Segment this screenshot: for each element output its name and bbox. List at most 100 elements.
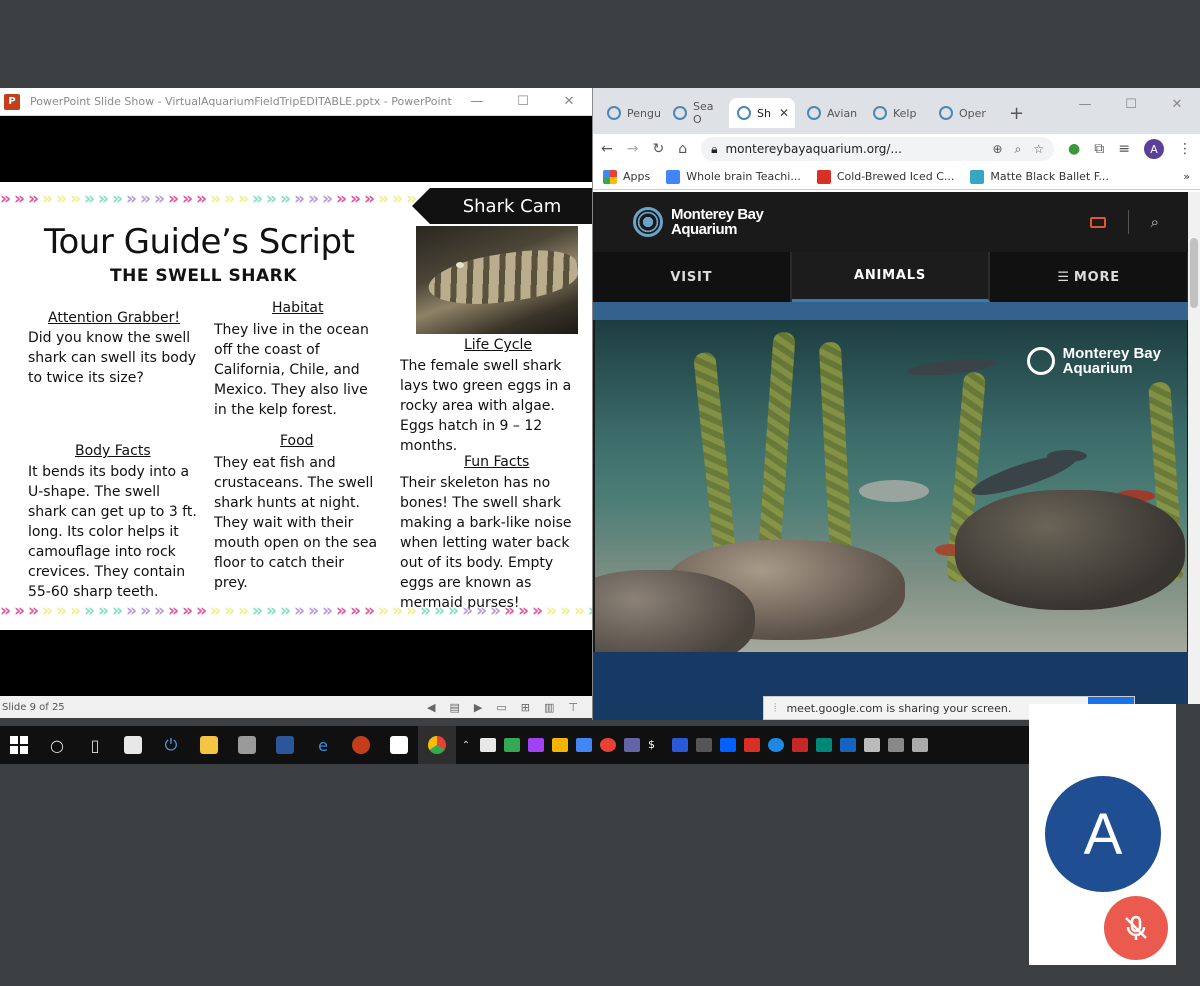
next-slide-icon[interactable]: ▶ xyxy=(474,701,482,714)
chevron-decoration: » xyxy=(126,189,137,209)
chrome-taskbar-icon[interactable] xyxy=(418,726,456,764)
slideshow-icon[interactable]: ⊤ xyxy=(568,701,578,714)
habitat-body: They live in the ocean off the coast of … xyxy=(214,322,369,418)
powerpoint-taskbar-icon[interactable] xyxy=(342,726,380,764)
bookmark-cold-brew[interactable]: Cold-Brewed Iced C... xyxy=(816,169,954,184)
more-bookmarks-icon[interactable]: » xyxy=(1183,170,1190,183)
home-icon[interactable]: ⌂ xyxy=(678,141,687,157)
extension-icon[interactable]: ⧉ xyxy=(1094,141,1104,157)
chevron-decoration: » xyxy=(294,601,305,621)
shark-cam-video[interactable]: Monterey Bay Aquarium xyxy=(595,320,1187,652)
bookmark-ballet[interactable]: Matte Black Ballet F... xyxy=(970,169,1109,184)
chevron-decoration: » xyxy=(210,189,221,209)
tray-b-icon[interactable] xyxy=(696,738,712,752)
forward-icon[interactable]: → xyxy=(627,141,639,157)
mic-off-icon[interactable] xyxy=(1104,896,1168,960)
search-icon[interactable]: ⌕ xyxy=(1151,213,1159,231)
meet-self-view[interactable]: A xyxy=(1029,704,1176,965)
tab-shark-active[interactable]: Sh ✕ xyxy=(729,98,795,128)
install-icon[interactable]: ⊕ xyxy=(992,142,1002,157)
chrome-maximize-button[interactable]: ☐ xyxy=(1108,90,1154,118)
previous-slide-icon[interactable]: ◀ xyxy=(427,701,435,714)
media-control-icon[interactable]: ≡ xyxy=(1118,141,1130,157)
slide-menu-icon[interactable]: ▤ xyxy=(450,701,460,714)
tray-camera-icon[interactable] xyxy=(816,738,832,752)
sorter-view-icon[interactable]: ⊞ xyxy=(521,701,530,714)
onedrive-icon[interactable] xyxy=(768,738,784,752)
tab-sea-otters[interactable]: Sea O xyxy=(665,98,725,128)
zoom-icon[interactable]: ⌕ xyxy=(1015,142,1022,157)
chevron-decoration: » xyxy=(280,601,291,621)
tab-open-sea[interactable]: Oper xyxy=(931,98,993,128)
page-scrollbar[interactable] xyxy=(1188,192,1200,720)
drag-handle-icon[interactable]: ⦙ xyxy=(774,701,776,715)
taskbar-overflow-icon[interactable]: ⌃ xyxy=(456,726,476,764)
tray-abc-icon[interactable] xyxy=(552,738,568,752)
tray-blue-icon[interactable] xyxy=(576,738,592,752)
bookmark-whole-brain[interactable]: Whole brain Teachi... xyxy=(666,169,801,184)
bluetooth-icon[interactable] xyxy=(840,738,856,752)
ppt-titlebar[interactable]: P PowerPoint Slide Show - VirtualAquariu… xyxy=(0,88,592,116)
display-icon[interactable] xyxy=(888,738,904,752)
chevron-decoration: » xyxy=(56,189,67,209)
profile-avatar[interactable]: A xyxy=(1144,139,1164,159)
edge-icon[interactable]: e xyxy=(304,726,342,764)
tab-penguins[interactable]: Pengu xyxy=(599,98,661,128)
power-icon[interactable]: ⏻ xyxy=(152,726,190,764)
store-icon[interactable] xyxy=(114,726,152,764)
tray-teams-icon[interactable] xyxy=(624,738,640,752)
chevron-decoration: » xyxy=(42,601,53,621)
menu-icon[interactable]: ⋮ xyxy=(1178,141,1192,157)
attention-body: Did you know the swell shark can swell i… xyxy=(28,330,196,386)
extension-globe-icon[interactable]: ● xyxy=(1068,141,1080,157)
normal-view-icon[interactable]: ▭ xyxy=(496,701,506,714)
word-icon[interactable] xyxy=(266,726,304,764)
dropbox-icon[interactable] xyxy=(720,738,736,752)
back-icon[interactable]: ← xyxy=(601,141,613,157)
close-button[interactable]: ✕ xyxy=(546,88,592,116)
task-view-icon[interactable]: ▯ xyxy=(76,726,114,764)
tray-purple-icon[interactable] xyxy=(528,738,544,752)
chevron-decoration: » xyxy=(406,601,417,621)
close-tab-icon[interactable]: ✕ xyxy=(779,106,789,120)
sticky-notes-icon[interactable] xyxy=(380,726,418,764)
chevron-decoration: » xyxy=(70,189,81,209)
tab-kelp[interactable]: Kelp xyxy=(865,98,927,128)
maximize-button[interactable]: ☐ xyxy=(500,88,546,116)
star-icon[interactable]: ☆ xyxy=(1033,142,1044,157)
volume-icon[interactable] xyxy=(912,738,928,752)
battery-icon[interactable] xyxy=(864,738,880,752)
start-button[interactable] xyxy=(0,726,38,764)
reload-icon[interactable]: ↻ xyxy=(652,141,664,157)
cortana-icon[interactable]: ○ xyxy=(38,726,76,764)
chrome-close-button[interactable]: ✕ xyxy=(1154,90,1200,118)
bookmark-apps[interactable]: Apps xyxy=(603,169,650,184)
address-bar[interactable]: 🔒︎ montereybayaquarium.org/... ⊕ ⌕ ☆ xyxy=(701,137,1055,161)
ppt-window-title: PowerPoint Slide Show - VirtualAquariumF… xyxy=(30,95,452,108)
nav-animals[interactable]: ANIMALS xyxy=(791,252,991,302)
nav-visit[interactable]: VISIT xyxy=(593,252,792,302)
chevron-decoration: » xyxy=(336,601,347,621)
chevron-decoration: » xyxy=(420,601,431,621)
chevron-decoration: » xyxy=(84,189,95,209)
system-tray: $ xyxy=(480,738,928,752)
chevron-decoration: » xyxy=(140,189,151,209)
reading-view-icon[interactable]: ▥ xyxy=(544,701,554,714)
minimize-button[interactable]: — xyxy=(454,88,500,116)
photos-icon[interactable] xyxy=(228,726,266,764)
nav-more[interactable]: ☰ MORE xyxy=(990,252,1189,302)
chevron-decoration: » xyxy=(560,601,571,621)
ticket-icon[interactable] xyxy=(1089,216,1106,228)
tray-dollar-icon[interactable]: $ xyxy=(648,738,664,752)
tab-aviary[interactable]: Avian xyxy=(799,98,861,128)
tray-m-icon[interactable] xyxy=(672,738,688,752)
tray-green-icon[interactable] xyxy=(504,738,520,752)
tray-red-icon[interactable] xyxy=(744,738,760,752)
chrome-minimize-button[interactable]: — xyxy=(1062,90,1108,118)
tray-app-icon[interactable] xyxy=(480,738,496,752)
tray-chrome-icon[interactable] xyxy=(600,738,616,752)
file-explorer-icon[interactable] xyxy=(190,726,228,764)
aquarium-logo[interactable]: Monterey Bay Aquarium xyxy=(633,207,764,237)
security-shield-icon[interactable] xyxy=(792,738,808,752)
new-tab-button[interactable]: + xyxy=(1001,98,1029,128)
